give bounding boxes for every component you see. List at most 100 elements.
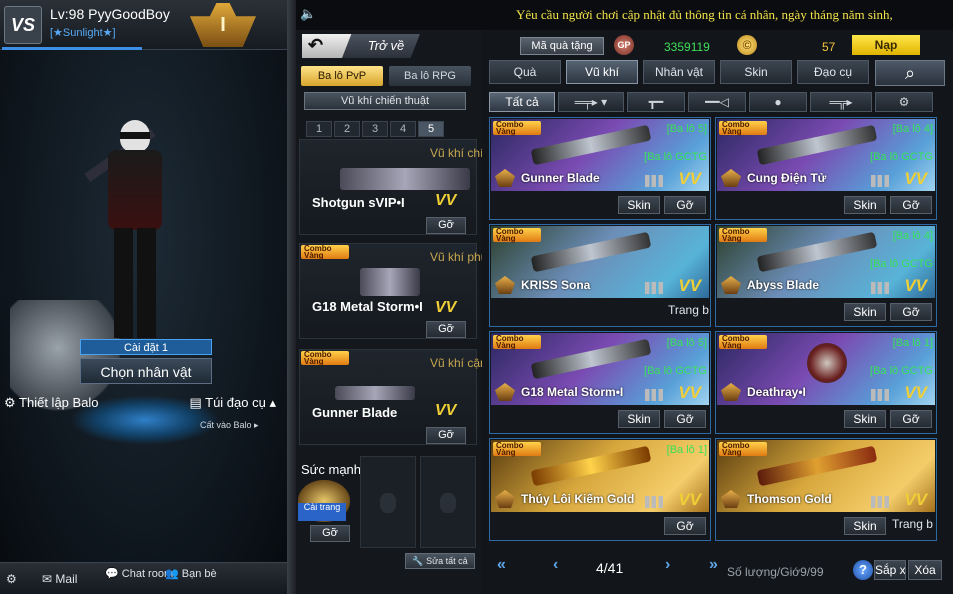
weapon-card[interactable]: Combo Vàng [Ba lô 4] [Ba lô GCTG Cung Đi… (715, 117, 937, 220)
repair-all-button[interactable]: 🔧 Sửa tất cả (405, 553, 475, 569)
help-icon[interactable]: ? (853, 560, 873, 580)
last-page-icon[interactable]: » (709, 556, 718, 574)
panel-divider (287, 0, 296, 594)
remove-button[interactable]: Gỡ (426, 321, 466, 338)
weapon-card[interactable]: Combo Vàng [Ba lô 4] [Ba lô GCTG Abyss B… (715, 224, 937, 327)
combo-badge: Combo Vàng (719, 335, 767, 350)
mail-button[interactable]: ✉ Mail (42, 569, 77, 589)
page-3[interactable]: 3 (362, 121, 388, 137)
subtab-all[interactable]: Tất cả (489, 92, 555, 112)
weapon-card[interactable]: Combo Vàng KRISS Sona VV Trang b (489, 224, 711, 327)
bag-tag: [Ba lô 1] (666, 444, 707, 456)
slot-weapon-name: Shotgun sVIP•I (312, 195, 405, 210)
chat-room-button[interactable]: 💬 Chat room (105, 569, 173, 589)
rank-icon (495, 383, 515, 401)
skin-button[interactable]: Skin (618, 196, 660, 214)
sort-button[interactable]: Sắp x (874, 560, 906, 580)
settings-icon[interactable]: ⚙ (6, 569, 17, 589)
remove-button[interactable]: Gỡ (310, 525, 350, 542)
clan-name[interactable]: [★Sunlight★] (50, 26, 116, 39)
tab-pvp-bag[interactable]: Ba lô PvP (301, 66, 383, 86)
xp-bar (2, 47, 142, 50)
tab-items[interactable]: Đạo cụ (797, 60, 869, 84)
weapon-card[interactable]: Combo Vàng [Ba lô 1] Thúy Lôi Kiếm Gold … (489, 438, 711, 541)
empty-strength-slot[interactable] (360, 456, 416, 548)
stats-bars-icon (871, 389, 889, 401)
setting-label[interactable]: Cài đặt 1 (80, 339, 212, 355)
empty-strength-slot[interactable] (420, 456, 476, 548)
stats-bars-icon (871, 175, 889, 187)
setup-bag-button[interactable]: ⚙ Thiết lập Balo (4, 392, 100, 414)
prev-page-icon[interactable]: ‹ (553, 556, 558, 574)
back-arrow-icon[interactable]: ↶ (308, 35, 323, 56)
gift-code-button[interactable]: Mã quà tặng (520, 37, 604, 55)
remove-button[interactable]: Gỡ (664, 410, 706, 428)
tab-skin[interactable]: Skin (720, 60, 792, 84)
page-5[interactable]: 5 (418, 121, 444, 137)
remove-button[interactable]: Gỡ (890, 410, 932, 428)
next-page-icon[interactable]: › (665, 556, 670, 574)
remove-button[interactable]: Gỡ (426, 217, 466, 234)
rank-icon (495, 276, 515, 294)
rifle-icon[interactable]: ═╤▸ ▾ (558, 92, 624, 112)
search-icon[interactable]: ⌕ (875, 60, 945, 86)
equip-button[interactable]: Trang b (892, 517, 933, 531)
stats-bars-icon (645, 389, 663, 401)
remove-button[interactable]: Gỡ (664, 517, 706, 535)
pistol-icon[interactable]: ┳━ (627, 92, 685, 112)
melee-weapon-slot[interactable]: Combo Vàng Vũ khí cận Gunner Blade VV Gỡ (299, 349, 487, 445)
combo-badge: Combo Vàng (719, 228, 767, 243)
knife-icon[interactable]: ━━◁ (688, 92, 746, 112)
back-label[interactable]: Trở về (342, 34, 420, 58)
weapon-card[interactable]: Combo Vàng [Ba lô 5] [Ba lô GCTG Gunner … (489, 117, 711, 220)
skin-button[interactable]: Skin (844, 303, 886, 321)
vs-logo: VS (4, 6, 42, 44)
primary-weapon-slot[interactable]: Vũ khí chính Shotgun sVIP•I VV Gỡ (299, 139, 497, 235)
tab-rpg-bag[interactable]: Ba lô RPG (389, 66, 471, 86)
equip-button[interactable]: Trang b (668, 303, 709, 317)
remove-button[interactable]: Gỡ (426, 427, 466, 444)
page-1[interactable]: 1 (306, 121, 332, 137)
remove-button[interactable]: Gỡ (664, 196, 706, 214)
choose-character-button[interactable]: Chọn nhân vật (80, 358, 212, 384)
speaker-icon[interactable]: 🔈 (300, 6, 316, 22)
friends-button[interactable]: 👥 Bạn bè (165, 569, 217, 589)
store-bag-link[interactable]: Cất vào Balo ▸ (200, 420, 259, 431)
delete-button[interactable]: Xóa (908, 560, 942, 580)
vv-badge: VV (904, 490, 927, 509)
notice-ticker: Yêu cầu người chơi cập nhật đủ thông tin… (516, 7, 893, 22)
page-2[interactable]: 2 (334, 121, 360, 137)
grenade-icon[interactable]: ● (749, 92, 807, 112)
remove-button[interactable]: Gỡ (890, 196, 932, 214)
weapon-card[interactable]: Combo Vàng [Ba lô 1] [Ba lô GCTG Deathra… (715, 331, 937, 434)
page-4[interactable]: 4 (390, 121, 416, 137)
tab-gift[interactable]: Quà (489, 60, 561, 84)
settings-icon[interactable]: ⚙ (875, 92, 933, 112)
bag-tag: [Ba lô 5] (666, 337, 707, 349)
character-model (84, 120, 180, 345)
remove-button[interactable]: Gỡ (890, 303, 932, 321)
weapon-card[interactable]: Combo Vàng [Ba lô 5] [Ba lô GCTG G18 Met… (489, 331, 711, 434)
vv-badge: VV (678, 169, 701, 188)
tactical-weapon-button[interactable]: Vũ khí chiến thuật (304, 92, 466, 110)
topup-button[interactable]: Nạp (852, 35, 920, 55)
item-bag-button[interactable]: ▤ Túi đạo cụ ▴ (180, 392, 276, 414)
vv-badge: VV (435, 402, 457, 419)
combo-badge: Combo Vàng (493, 442, 541, 457)
tab-characters[interactable]: Nhân vật (643, 60, 715, 84)
rank-icon (721, 169, 741, 187)
skin-button[interactable]: Skin (844, 196, 886, 214)
combo-badge: Combo Vàng (493, 121, 541, 136)
secondary-weapon-slot[interactable]: Combo Vàng Vũ khí phụ G18 Metal Storm•I … (299, 243, 487, 339)
skin-button[interactable]: Skin (844, 517, 886, 535)
special-weapon-icon[interactable]: ═╦▸ (810, 92, 872, 112)
combo-badge: Combo Vàng (493, 228, 541, 243)
weapon-image (340, 168, 470, 190)
skin-button[interactable]: Skin (844, 410, 886, 428)
combo-badge: Combo Vàng (719, 121, 767, 136)
first-page-icon[interactable]: « (497, 556, 506, 574)
tab-weapons[interactable]: Vũ khí (566, 60, 638, 84)
weapon-card[interactable]: Combo Vàng Thomson Gold VV Skin Trang b (715, 438, 937, 541)
weapon-name: Thomson Gold (747, 492, 832, 506)
skin-button[interactable]: Skin (618, 410, 660, 428)
